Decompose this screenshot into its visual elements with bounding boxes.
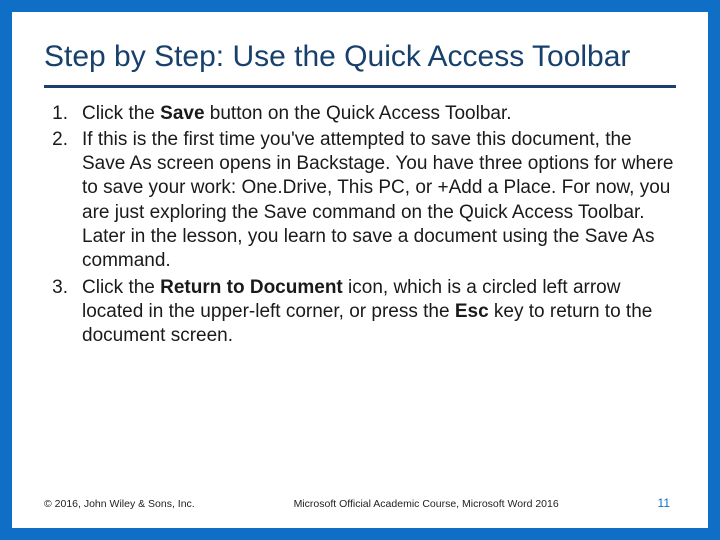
footer-copyright: © 2016, John Wiley & Sons, Inc. <box>44 498 195 510</box>
list-item: 1.Click the Save button on the Quick Acc… <box>44 102 676 126</box>
slide-title: Step by Step: Use the Quick Access Toolb… <box>44 40 676 88</box>
list-text: If this is the first time you've attempt… <box>82 128 676 274</box>
slide: Step by Step: Use the Quick Access Toolb… <box>12 12 708 528</box>
footer-course: Microsoft Official Academic Course, Micr… <box>195 498 658 510</box>
list-number: 3. <box>44 276 82 349</box>
footer-page-number: 11 <box>658 496 676 510</box>
list-text: Click the Return to Document icon, which… <box>82 276 676 349</box>
slide-body: 1.Click the Save button on the Quick Acc… <box>44 102 676 489</box>
list-number: 2. <box>44 128 82 274</box>
list-text: Click the Save button on the Quick Acces… <box>82 102 676 126</box>
slide-footer: © 2016, John Wiley & Sons, Inc. Microsof… <box>44 496 676 510</box>
list-item: 3.Click the Return to Document icon, whi… <box>44 276 676 349</box>
list-number: 1. <box>44 102 82 126</box>
list-item: 2.If this is the first time you've attem… <box>44 128 676 274</box>
